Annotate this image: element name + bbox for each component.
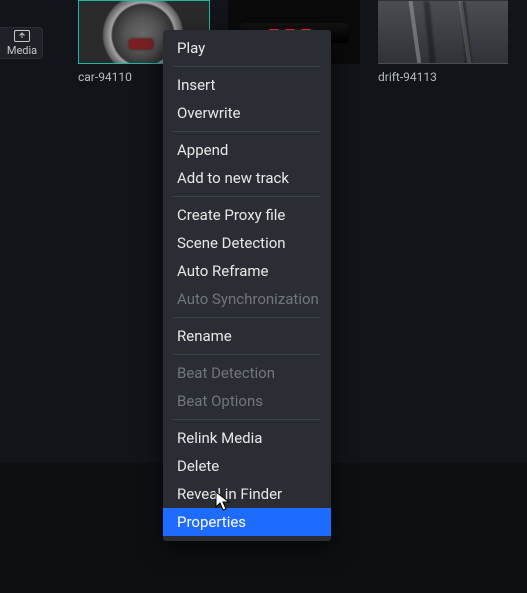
menu-separator (173, 354, 321, 355)
menu-item-auto-synchronization: Auto Synchronization (163, 285, 331, 313)
menu-item-relink-media[interactable]: Relink Media (163, 424, 331, 452)
menu-item-reveal-in-finder[interactable]: Reveal in Finder (163, 480, 331, 508)
menu-separator (173, 131, 321, 132)
menu-item-rename[interactable]: Rename (163, 322, 331, 350)
thumbnail-label: drift-94113 (378, 70, 506, 84)
menu-item-create-proxy-file[interactable]: Create Proxy file (163, 201, 331, 229)
import-media-button[interactable]: Media (0, 27, 43, 59)
menu-item-beat-detection: Beat Detection (163, 359, 331, 387)
menu-item-insert[interactable]: Insert (163, 71, 331, 99)
menu-item-add-to-new-track[interactable]: Add to new track (163, 164, 331, 192)
import-media-icon (14, 30, 30, 42)
menu-item-auto-reframe[interactable]: Auto Reframe (163, 257, 331, 285)
menu-separator (173, 317, 321, 318)
menu-item-delete[interactable]: Delete (163, 452, 331, 480)
menu-item-scene-detection[interactable]: Scene Detection (163, 229, 331, 257)
menu-separator (173, 419, 321, 420)
menu-item-beat-options: Beat Options (163, 387, 331, 415)
menu-separator (173, 196, 321, 197)
menu-item-play[interactable]: Play (163, 34, 331, 62)
import-media-label: Media (7, 44, 37, 57)
menu-item-append[interactable]: Append (163, 136, 331, 164)
media-thumbnail[interactable]: drift-94113 (378, 0, 506, 84)
thumbnail-image (378, 0, 508, 64)
menu-separator (173, 66, 321, 67)
menu-item-overwrite[interactable]: Overwrite (163, 99, 331, 127)
context-menu: Play Insert Overwrite Append Add to new … (163, 30, 331, 541)
menu-item-properties[interactable]: Properties (163, 508, 331, 536)
